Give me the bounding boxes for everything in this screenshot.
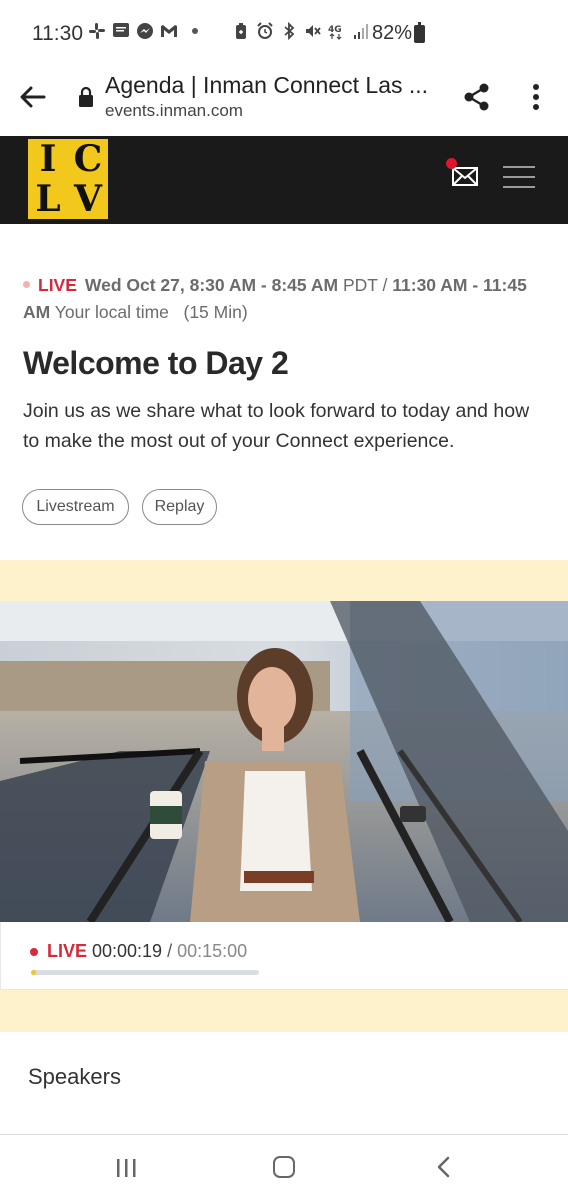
event-duration: (15 Min) xyxy=(183,302,248,322)
live-indicator-dot xyxy=(30,948,38,956)
logo-letter-l: L xyxy=(35,178,61,220)
logo-letter-v: V xyxy=(74,178,102,220)
battery-icon xyxy=(414,22,425,43)
battery-percent: 82% xyxy=(372,22,413,44)
svg-text:4G: 4G xyxy=(328,25,342,35)
video-player[interactable] xyxy=(0,601,568,922)
message-icon xyxy=(113,23,129,37)
event-title: Welcome to Day 2 xyxy=(23,345,289,381)
video-frame-image xyxy=(0,601,568,922)
4g-lte-icon: 4G xyxy=(328,25,342,40)
video-progress-fill xyxy=(31,970,36,975)
more-options-icon[interactable] xyxy=(526,82,546,112)
mute-icon xyxy=(306,25,321,37)
logo-letter-c: C xyxy=(73,138,103,180)
slack-icon xyxy=(89,23,105,39)
alarm-icon xyxy=(257,22,273,39)
messenger-icon xyxy=(137,23,153,39)
video-time: 00:00:19 / 00:15:00 xyxy=(92,941,247,962)
system-icons: 4G xyxy=(232,22,370,40)
bluetooth-icon xyxy=(284,22,295,40)
nav-back-icon[interactable] xyxy=(436,1156,452,1178)
recent-apps-icon[interactable] xyxy=(115,1158,137,1178)
livestream-button[interactable]: Livestream xyxy=(22,489,129,525)
gmail-icon xyxy=(161,25,177,37)
status-time: 11:30 xyxy=(32,22,83,45)
video-total-time: 00:15:00 xyxy=(177,941,248,961)
dot-icon xyxy=(192,28,198,34)
live-dot-icon xyxy=(23,281,30,289)
event-meta: LIVE Wed Oct 27, 8:30 AM - 8:45 AM PDT / … xyxy=(23,272,553,326)
hamburger-menu-icon[interactable] xyxy=(503,166,535,188)
video-progress-bar[interactable] xyxy=(31,970,259,975)
video-controls: LIVE 00:00:19 / 00:15:00 xyxy=(0,922,568,990)
signal-icon xyxy=(354,24,368,39)
lock-icon xyxy=(79,86,93,107)
event-datetime: Wed Oct 27, 8:30 AM - 8:45 AM xyxy=(84,275,339,295)
event-description: Join us as we share what to look forward… xyxy=(23,400,530,452)
notification-dot xyxy=(446,158,457,169)
speakers-heading: Speakers xyxy=(28,1064,121,1089)
event-timezone: PDT / xyxy=(342,275,388,295)
page-title[interactable]: Agenda | Inman Connect Las ... xyxy=(105,72,435,99)
share-icon[interactable] xyxy=(462,82,492,112)
site-header: I C L V xyxy=(0,136,568,224)
local-time-label: Your local time xyxy=(54,302,169,322)
replay-button[interactable]: Replay xyxy=(142,489,217,525)
iclv-logo[interactable]: I C L V xyxy=(28,139,108,219)
logo-letter-i: I xyxy=(39,138,57,180)
url-host[interactable]: events.inman.com xyxy=(105,101,243,121)
video-live-label: LIVE xyxy=(47,941,88,961)
home-icon[interactable] xyxy=(273,1156,295,1178)
status-bar: 11:30 4G 82% xyxy=(0,0,568,64)
video-current-time: 00:00:19 xyxy=(92,941,163,961)
browser-bar: Agenda | Inman Connect Las ... events.in… xyxy=(0,64,568,134)
battery-saver-icon xyxy=(236,23,246,39)
time-separator: / xyxy=(167,941,173,961)
back-arrow-icon[interactable] xyxy=(18,82,48,112)
live-label: LIVE xyxy=(38,275,77,295)
notification-icons xyxy=(88,22,198,40)
